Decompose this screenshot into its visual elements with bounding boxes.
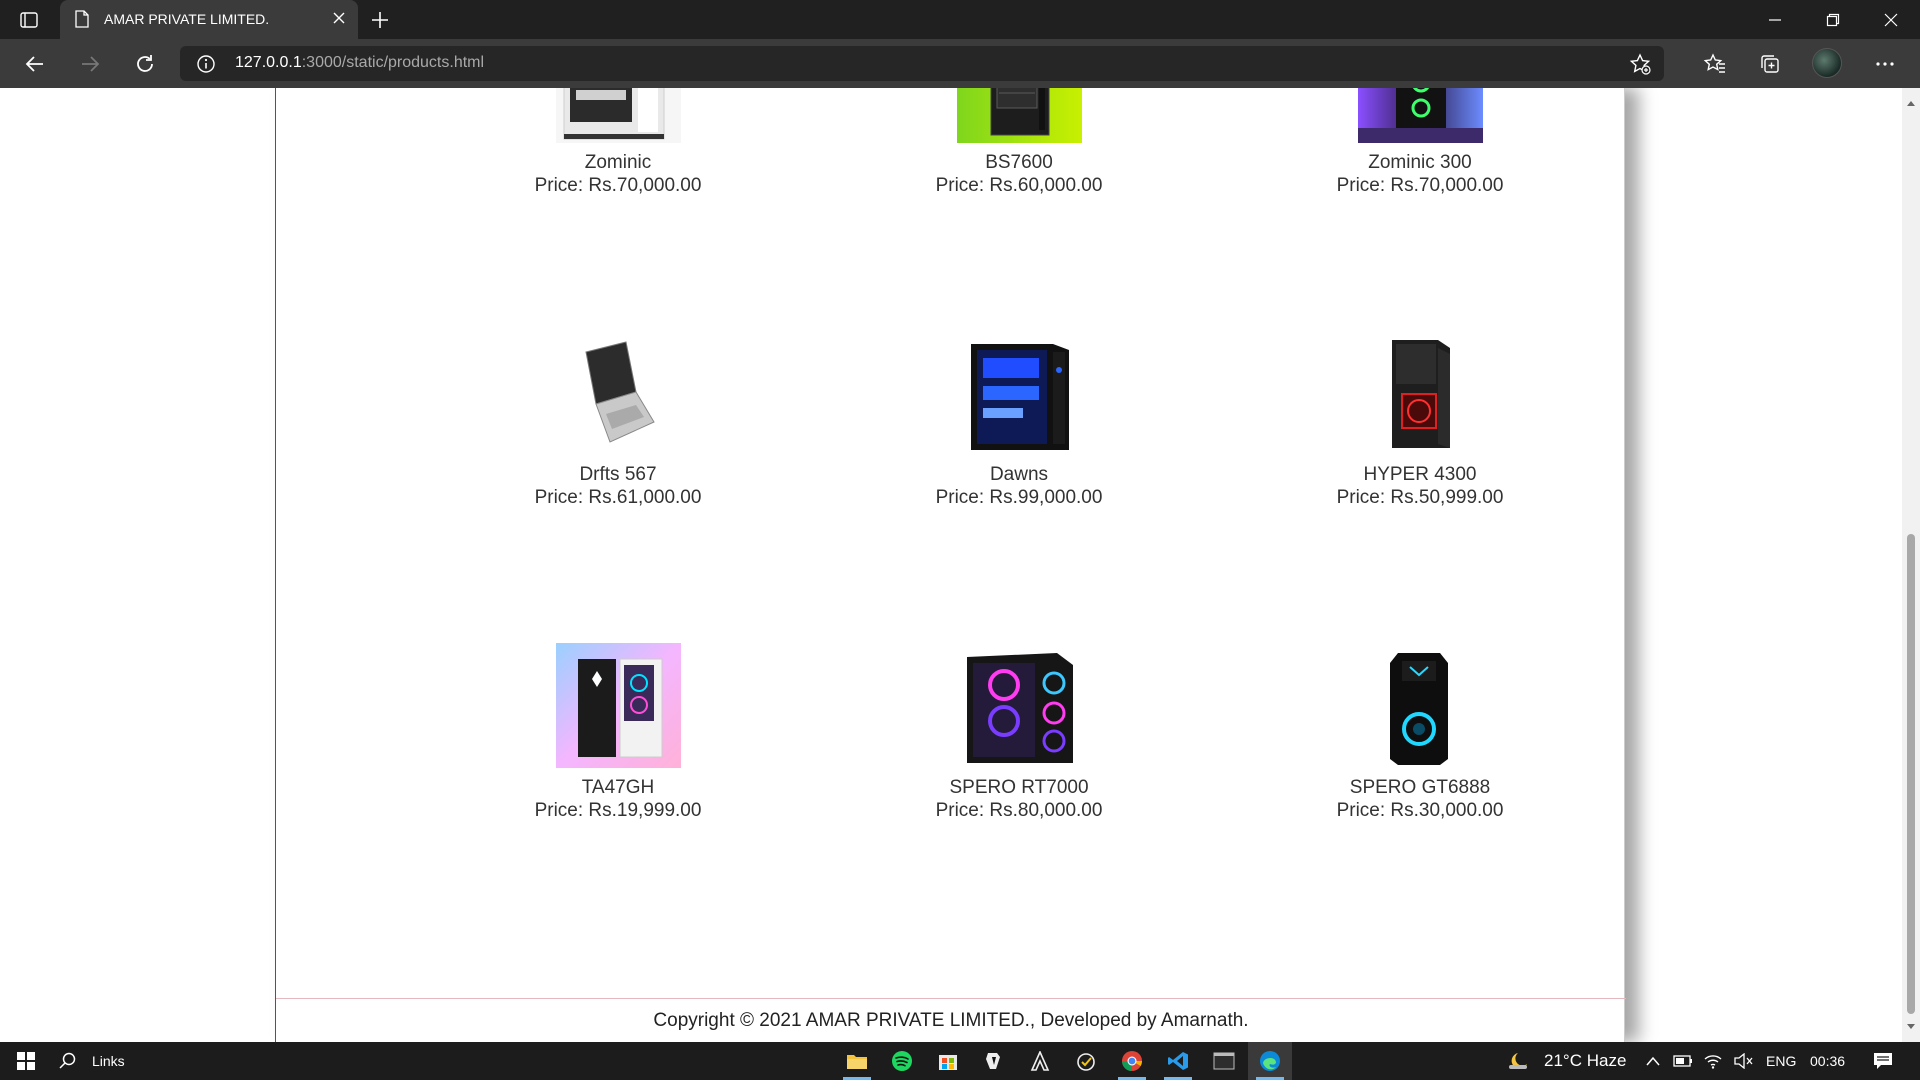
- site-info-icon[interactable]: [196, 54, 216, 79]
- notifications-icon[interactable]: [1868, 1042, 1898, 1080]
- profile-avatar[interactable]: [1812, 48, 1842, 78]
- assassins-creed-icon[interactable]: [1018, 1042, 1062, 1080]
- file-explorer-icon[interactable]: [835, 1042, 879, 1080]
- edge-icon[interactable]: [1248, 1042, 1292, 1080]
- scrollbar-thumb[interactable]: [1907, 534, 1915, 1014]
- product-name: Drfts 567: [579, 464, 657, 485]
- product-name: TA47GH: [581, 777, 655, 798]
- chrome-icon[interactable]: [1110, 1042, 1154, 1080]
- product-price: Price: Rs.19,999.00: [534, 800, 702, 821]
- product-image[interactable]: [555, 643, 681, 768]
- product-image[interactable]: [1357, 88, 1483, 143]
- tab-title: AMAR PRIVATE LIMITED.: [104, 11, 270, 27]
- restore-button[interactable]: [1804, 0, 1862, 39]
- product-name: HYPER 4300: [1363, 464, 1477, 485]
- speaker-muted-icon[interactable]: [1732, 1042, 1754, 1080]
- product-image[interactable]: [956, 643, 1082, 768]
- url-text: 127.0.0.1:3000/static/products.html: [235, 54, 485, 71]
- product-price: Price: Rs.61,000.00: [534, 487, 702, 508]
- product-price: Price: Rs.50,999.00: [1336, 487, 1504, 508]
- collections-icon[interactable]: [1757, 51, 1783, 77]
- address-bar[interactable]: 127.0.0.1:3000/static/products.html: [180, 46, 1664, 81]
- weather-moon-icon[interactable]: [1504, 1042, 1532, 1080]
- close-tab-icon[interactable]: [332, 11, 346, 28]
- more-options-icon[interactable]: [1872, 51, 1898, 77]
- minimize-button[interactable]: [1746, 0, 1804, 39]
- product-card[interactable]: Zominic Price: Rs.70,000.00: [488, 88, 748, 197]
- new-tab-icon[interactable]: [368, 8, 392, 32]
- back-arrow-icon[interactable]: [22, 51, 48, 77]
- weather-text[interactable]: 21°C Haze: [1544, 1042, 1626, 1080]
- browser-tab-active[interactable]: AMAR PRIVATE LIMITED.: [60, 0, 358, 39]
- taskbar-search-label[interactable]: Links: [92, 1042, 125, 1080]
- tab-actions-icon[interactable]: [14, 8, 44, 32]
- product-card[interactable]: TA47GH Price: Rs.19,999.00: [488, 643, 748, 822]
- product-price: Price: Rs.30,000.00: [1336, 800, 1504, 821]
- product-name: BS7600: [985, 152, 1053, 173]
- product-name: SPERO RT7000: [949, 777, 1089, 798]
- language-indicator[interactable]: ENG: [1766, 1042, 1796, 1080]
- product-price: Price: Rs.80,000.00: [935, 800, 1103, 821]
- product-image[interactable]: [1357, 643, 1483, 768]
- product-price: Price: Rs.70,000.00: [1336, 175, 1504, 196]
- page-footer: Copyright © 2021 AMAR PRIVATE LIMITED., …: [276, 998, 1626, 1032]
- product-card[interactable]: Drfts 567 Price: Rs.61,000.00: [488, 330, 748, 509]
- browser-titlebar: AMAR PRIVATE LIMITED.: [0, 0, 1920, 39]
- product-card[interactable]: BS7600 Price: Rs.60,000.00: [889, 88, 1149, 197]
- product-image[interactable]: [555, 88, 681, 143]
- battery-icon[interactable]: [1672, 1042, 1694, 1080]
- page-viewport: Zominic Price: Rs.70,000.00 BS7600 Price…: [0, 88, 1920, 1042]
- forward-arrow-icon[interactable]: [77, 51, 103, 77]
- microsoft-store-icon[interactable]: [926, 1042, 970, 1080]
- favorites-icon[interactable]: [1702, 51, 1728, 77]
- product-price: Price: Rs.70,000.00: [534, 175, 702, 196]
- scroll-down-arrow-icon[interactable]: [1906, 1018, 1916, 1036]
- product-name: Zominic 300: [1368, 152, 1472, 173]
- product-name: SPERO GT6888: [1349, 777, 1491, 798]
- terminal-icon[interactable]: [1202, 1042, 1246, 1080]
- product-name: Zominic: [584, 152, 652, 173]
- scroll-up-arrow-icon[interactable]: [1906, 94, 1916, 112]
- close-window-button[interactable]: [1862, 0, 1920, 39]
- product-price: Price: Rs.99,000.00: [935, 487, 1103, 508]
- product-card[interactable]: HYPER 4300 Price: Rs.50,999.00: [1290, 330, 1550, 509]
- game-app-icon[interactable]: [972, 1042, 1016, 1080]
- copyright-text: Copyright © 2021 AMAR PRIVATE LIMITED., …: [653, 1010, 1249, 1031]
- clock-time[interactable]: 00:36: [1810, 1042, 1845, 1080]
- search-icon[interactable]: [56, 1042, 80, 1080]
- windows-start-icon[interactable]: [6, 1042, 46, 1080]
- product-price: Price: Rs.60,000.00: [935, 175, 1103, 196]
- spotify-icon[interactable]: [880, 1042, 924, 1080]
- windows-taskbar: Links 21°C Haze ENG 00:36: [0, 1042, 1920, 1080]
- product-card[interactable]: Zominic 300 Price: Rs.70,000.00: [1290, 88, 1550, 197]
- refresh-icon[interactable]: [132, 51, 158, 77]
- product-image[interactable]: [956, 88, 1082, 143]
- page-icon: [74, 10, 90, 31]
- product-image[interactable]: [555, 330, 681, 455]
- product-card[interactable]: Dawns Price: Rs.99,000.00: [889, 330, 1149, 509]
- product-card[interactable]: SPERO RT7000 Price: Rs.80,000.00: [889, 643, 1149, 822]
- product-card[interactable]: SPERO GT6888 Price: Rs.30,000.00: [1290, 643, 1550, 822]
- page-container: Zominic Price: Rs.70,000.00 BS7600 Price…: [275, 88, 1626, 1042]
- vertical-scrollbar[interactable]: [1902, 88, 1920, 1042]
- product-name: Dawns: [989, 464, 1049, 485]
- product-image[interactable]: [1357, 330, 1483, 455]
- vscode-icon[interactable]: [1156, 1042, 1200, 1080]
- chevron-up-icon[interactable]: [1644, 1042, 1662, 1080]
- product-image[interactable]: [956, 330, 1082, 455]
- task-app-icon[interactable]: [1064, 1042, 1108, 1080]
- wifi-icon[interactable]: [1702, 1042, 1724, 1080]
- browser-toolbar: 127.0.0.1:3000/static/products.html: [0, 39, 1920, 88]
- add-favorite-icon[interactable]: [1628, 52, 1652, 81]
